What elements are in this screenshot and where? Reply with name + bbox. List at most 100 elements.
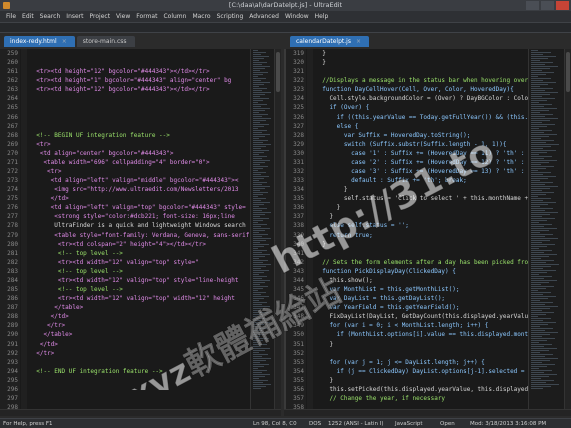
code-line[interactable]: }: [315, 49, 528, 58]
menu-advanced[interactable]: Advanced: [249, 11, 279, 22]
code-line[interactable]: <tr><td width="12" valign="top" style="l…: [29, 276, 249, 285]
code-line[interactable]: }: [315, 240, 528, 249]
code-line[interactable]: if ((this.yearValue == Today.getFullYear…: [315, 113, 528, 122]
code-line[interactable]: [29, 94, 249, 103]
tab-store-css[interactable]: store-main.css: [76, 36, 135, 47]
code-line[interactable]: <strong style="color:#dcb221; font-size:…: [29, 212, 249, 221]
code-line[interactable]: [29, 358, 249, 367]
menu-scripting[interactable]: Scripting: [217, 11, 244, 22]
code-line[interactable]: [29, 122, 249, 131]
menu-edit[interactable]: Edit: [22, 11, 34, 22]
code-line[interactable]: case '1' : Suffix += (HoveredDay == 11) …: [315, 149, 528, 158]
code-line[interactable]: function DayCellHover(Cell, Over, Color,…: [315, 85, 528, 94]
code-line[interactable]: [29, 385, 249, 394]
code-line[interactable]: [29, 394, 249, 403]
code-line[interactable]: [29, 49, 249, 58]
code-line[interactable]: var MonthList = this.getMonthList();: [315, 285, 528, 294]
code-area[interactable]: } } //Displays a message in the status b…: [315, 49, 528, 409]
code-line[interactable]: }: [315, 212, 528, 221]
code-line[interactable]: if (MonthList.options[i].value == this.d…: [315, 330, 528, 339]
code-line[interactable]: <tr><td height="1" bgcolor="#444343" ali…: [29, 76, 249, 85]
code-line[interactable]: else self.status = '';: [315, 221, 528, 230]
code-line[interactable]: </table>: [29, 330, 249, 339]
tab-calendar-js[interactable]: calendarDatelpt.js ×: [290, 36, 369, 47]
code-line[interactable]: this.setPicked(this.displayed.yearValue,…: [315, 385, 528, 394]
right-minimap[interactable]: [528, 49, 564, 409]
code-line[interactable]: }: [315, 203, 528, 212]
code-line[interactable]: case '2' : Suffix += (HoveredDay == 12) …: [315, 158, 528, 167]
tab-index-html[interactable]: index-redy.html ×: [4, 36, 75, 47]
code-line[interactable]: for (var i = 0; i < MonthList.length; i+…: [315, 321, 528, 330]
left-horizontal-scrollbar[interactable]: [0, 409, 281, 416]
minimize-button[interactable]: [526, 1, 539, 10]
menu-file[interactable]: File: [6, 11, 16, 22]
menu-window[interactable]: Window: [285, 11, 309, 22]
code-line[interactable]: <!-- top level -->: [29, 285, 249, 294]
code-line[interactable]: }: [315, 340, 528, 349]
right-editor-pane[interactable]: 319 320 321 322 323 324 325 326 327 328 329 330 331 3…: [284, 49, 528, 409]
code-line[interactable]: }: [315, 376, 528, 385]
close-icon[interactable]: ×: [356, 38, 361, 45]
code-line[interactable]: //Displays a message in the status bar w…: [315, 76, 528, 85]
code-line[interactable]: <!-- BEGIN UF integration feature -->: [29, 131, 249, 140]
code-line[interactable]: if (j == ClickedDay) DayList.options[j-1…: [315, 367, 528, 376]
left-minimap[interactable]: [250, 49, 274, 409]
code-line[interactable]: </td>: [29, 194, 249, 203]
code-line[interactable]: [315, 249, 528, 258]
code-line[interactable]: }: [315, 58, 528, 67]
code-line[interactable]: <tr><td height="12" bgcolor="#444343"></…: [29, 85, 249, 94]
code-line[interactable]: <td align="center" bgcolor="#444343">: [29, 149, 249, 158]
code-line[interactable]: [29, 113, 249, 122]
code-line[interactable]: default : Suffix += 'th'; break;: [315, 176, 528, 185]
code-line[interactable]: <tr>: [29, 140, 249, 149]
code-line[interactable]: UltraFinder is a quick and lightweight W…: [29, 221, 249, 230]
code-line[interactable]: var Suffix = HoveredDay.toString();: [315, 131, 528, 140]
menu-format[interactable]: Format: [136, 11, 157, 22]
menu-search[interactable]: Search: [40, 11, 61, 22]
close-icon[interactable]: ×: [62, 38, 67, 45]
code-line[interactable]: [315, 67, 528, 76]
status-codepage[interactable]: 1252 (ANSI - Latin I): [328, 419, 383, 428]
menu-help[interactable]: Help: [315, 11, 329, 22]
code-line[interactable]: return true;: [315, 231, 528, 240]
code-line[interactable]: case '3' : Suffix += (HoveredDay == 13) …: [315, 167, 528, 176]
menu-insert[interactable]: Insert: [66, 11, 83, 22]
code-line[interactable]: if (Over) {: [315, 103, 528, 112]
code-line[interactable]: var YearField = this.getYearField();: [315, 303, 528, 312]
fold-margin[interactable]: [21, 49, 27, 409]
left-editor-pane[interactable]: 259 260 261 262 263 264 265 266 267 268 269 270 271 2…: [0, 49, 250, 409]
code-line[interactable]: <tr><td width="12" valign="top" width="1…: [29, 294, 249, 303]
right-horizontal-scrollbar[interactable]: [284, 409, 571, 416]
code-line[interactable]: [315, 349, 528, 358]
code-area[interactable]: <tr><td height="12" bgcolor="#444343"></…: [29, 49, 249, 409]
code-line[interactable]: <table style="font-family: Verdana, Gene…: [29, 231, 249, 240]
code-line[interactable]: <td align="left" valign="top" bgcolor="#…: [29, 203, 249, 212]
fold-margin[interactable]: [307, 49, 313, 409]
close-button[interactable]: [556, 1, 569, 10]
scroll-thumb[interactable]: [566, 52, 570, 92]
code-line[interactable]: <tr><td width="12" valign="top" style=": [29, 258, 249, 267]
code-line[interactable]: switch (Suffix.substr(Suffix.length - 1,…: [315, 140, 528, 149]
code-line[interactable]: </tr>: [29, 321, 249, 330]
code-line[interactable]: <!-- END UF integration feature -->: [29, 367, 249, 376]
code-line[interactable]: <img src="http://www.ultraedit.com/Newsl…: [29, 185, 249, 194]
left-vertical-scrollbar[interactable]: [274, 49, 281, 409]
code-line[interactable]: FixDayList(DayList, GetDayCount(this.dis…: [315, 312, 528, 321]
code-line[interactable]: <tr><td height="12" bgcolor="#444343"></…: [29, 67, 249, 76]
code-line[interactable]: Cell.style.backgroundColor = (Over) ? Da…: [315, 94, 528, 103]
menu-column[interactable]: Column: [163, 11, 186, 22]
code-line[interactable]: </td>: [29, 312, 249, 321]
code-line[interactable]: function PickDisplayDay(ClickedDay) {: [315, 267, 528, 276]
status-language[interactable]: JavaScript: [395, 419, 423, 428]
code-line[interactable]: [29, 376, 249, 385]
status-line-ending[interactable]: DOS: [309, 419, 321, 428]
code-line[interactable]: <tr>: [29, 167, 249, 176]
maximize-button[interactable]: [541, 1, 554, 10]
menu-view[interactable]: View: [116, 11, 130, 22]
code-line[interactable]: <!-- top level -->: [29, 249, 249, 258]
code-line[interactable]: // Change the year, if necessary: [315, 394, 528, 403]
code-line[interactable]: <tr><td colspan="2" height="4"></td></tr…: [29, 240, 249, 249]
code-line[interactable]: for (var j = 1; j <= DayList.length; j++…: [315, 358, 528, 367]
scroll-thumb[interactable]: [276, 52, 280, 92]
code-line[interactable]: <table width="696" cellpadding="4" borde…: [29, 158, 249, 167]
